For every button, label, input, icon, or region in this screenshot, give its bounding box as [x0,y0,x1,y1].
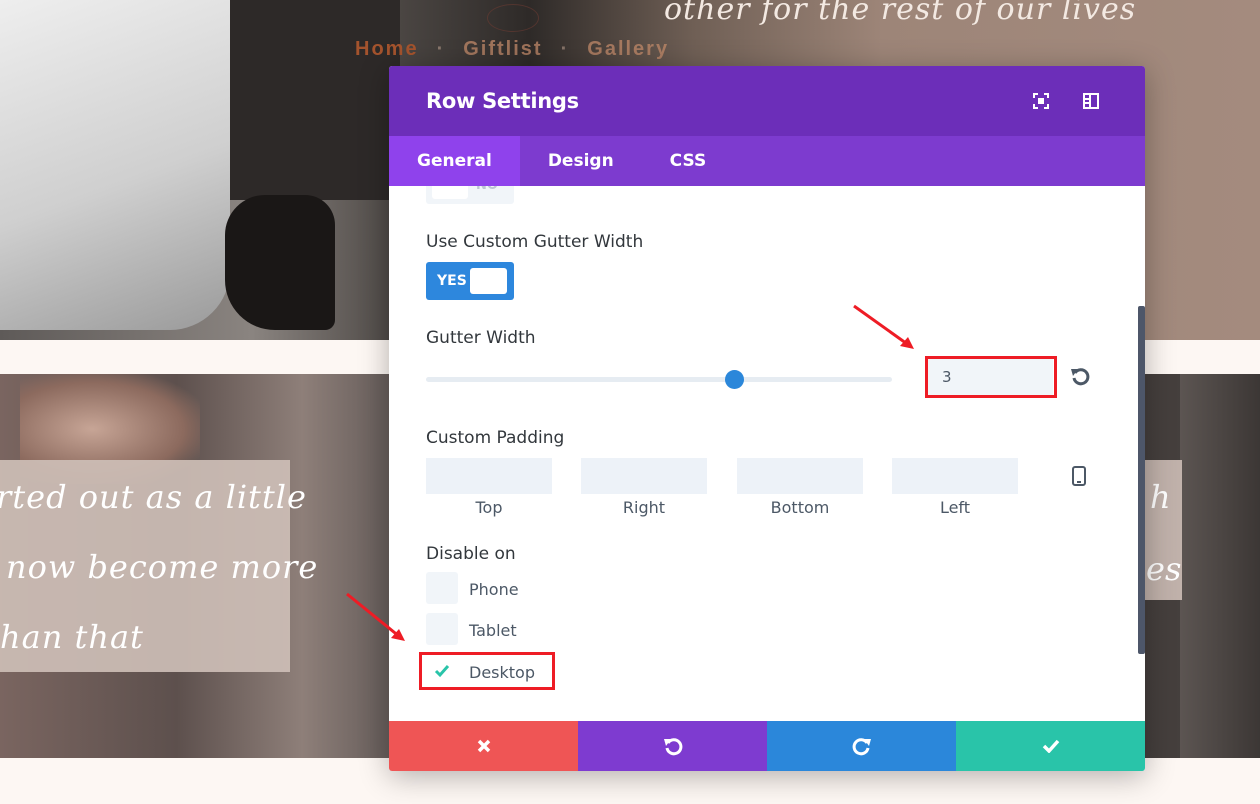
padding-right-label: Right [622,498,666,517]
scrollbar[interactable] [1138,306,1145,654]
gutter-width-slider[interactable] [426,370,892,389]
quote-right-line: es [1146,550,1182,588]
custom-gutter-toggle[interactable]: YES [426,262,514,300]
hero-legs [230,0,400,200]
padding-top-label: Top [475,498,503,517]
toggle-knob [432,186,468,199]
toggle-knob [470,268,507,294]
quote-line: rted out as a little [0,478,307,516]
modal-header: Row Settings [389,66,1145,136]
row-settings-modal: Row Settings General Design CSS Use Cust… [389,66,1145,771]
site-logo-icon[interactable] [487,4,539,32]
hero-dress [0,0,230,330]
custom-gutter-label: Use Custom Gutter Width [426,232,644,252]
couple-image-right [1180,374,1260,758]
quote-line: now become more [6,548,319,586]
nav-separator: · [436,38,446,60]
site-nav: Home · Giftlist · Gallery [355,38,669,61]
sidebar-layout-icon[interactable] [1082,92,1100,110]
disable-on-label: Disable on [426,544,516,564]
custom-padding-label: Custom Padding [426,428,565,448]
modal-body: NO Use Custom Gutter Width YES Gutter Wi… [389,186,1145,721]
padding-bottom-label: Bottom [770,498,830,517]
quote-line: han that [0,618,144,656]
slider-handle[interactable] [724,370,744,389]
reset-icon[interactable] [1070,366,1092,388]
hero-script-text: other for the rest of our lives [664,0,1137,27]
header-icons [1032,92,1100,110]
close-icon [477,739,490,753]
padding-left-label: Left [939,498,971,517]
nav-giftlist[interactable]: Giftlist [463,38,542,61]
gutter-width-label: Gutter Width [426,328,536,348]
redo-button[interactable] [767,721,956,771]
disable-phone-label: Phone [469,580,519,599]
annotation-highlight-box [419,652,555,690]
annotation-highlight-box [925,356,1057,398]
nav-home[interactable]: Home [355,38,419,61]
quote-box: rted out as a little now become more han… [0,460,317,672]
undo-icon [663,738,682,756]
nav-gallery[interactable]: Gallery [587,38,669,61]
modal-tabs: General Design CSS [389,136,1145,186]
padding-bottom-input[interactable] [737,458,863,494]
padding-left-input[interactable] [892,458,1018,494]
quote-right-line: h [1150,478,1171,516]
disable-tablet-label: Tablet [469,621,517,640]
hero-shoe [225,195,335,330]
checkmark-icon [1042,739,1059,753]
phone-icon[interactable] [1072,466,1090,490]
undo-button[interactable] [578,721,767,771]
cancel-button[interactable] [389,721,578,771]
modal-title: Row Settings [426,89,579,113]
disable-phone-checkbox[interactable] [426,572,458,604]
padding-top-input[interactable] [426,458,552,494]
redo-icon [852,738,871,756]
tab-design[interactable]: Design [520,136,642,186]
modal-footer [389,721,1145,771]
nav-separator: · [560,38,570,60]
toggle-text: NO [476,186,498,193]
save-button[interactable] [956,721,1145,771]
tab-general[interactable]: General [389,136,520,186]
previous-toggle[interactable]: NO [426,186,514,204]
tab-css[interactable]: CSS [642,136,735,186]
fullscreen-icon[interactable] [1032,92,1050,110]
disable-tablet-checkbox[interactable] [426,613,458,645]
padding-right-input[interactable] [581,458,707,494]
toggle-text: YES [437,273,467,289]
